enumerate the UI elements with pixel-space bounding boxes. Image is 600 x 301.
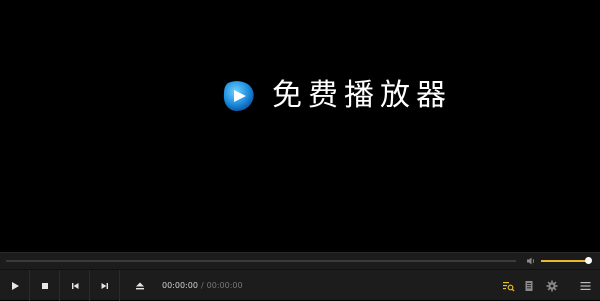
- speaker-icon[interactable]: [526, 256, 536, 266]
- document-button[interactable]: [518, 270, 540, 301]
- controls-row: 00:00:00/00:00:00: [0, 269, 600, 301]
- play-icon: [11, 281, 19, 290]
- play-button[interactable]: [0, 270, 30, 301]
- settings-button[interactable]: [541, 270, 563, 301]
- time-display: 00:00:00/00:00:00: [162, 270, 243, 301]
- app-logo: 免费播放器: [222, 78, 452, 114]
- hamburger-menu-icon: [580, 281, 590, 290]
- document-icon: [525, 280, 533, 291]
- stop-icon: [41, 282, 48, 289]
- volume-knob[interactable]: [585, 257, 592, 264]
- video-area[interactable]: 免费播放器: [0, 0, 600, 252]
- next-button[interactable]: [90, 270, 120, 301]
- next-icon: [101, 282, 108, 289]
- total-time: 00:00:00: [206, 281, 243, 290]
- menu-button[interactable]: [574, 270, 596, 301]
- gear-icon: [546, 280, 558, 291]
- current-time: 00:00:00: [162, 281, 198, 290]
- playlist-search-button[interactable]: [497, 270, 519, 301]
- previous-icon: [71, 282, 78, 289]
- playlist-search-icon: [502, 281, 514, 291]
- time-separator: /: [200, 281, 204, 290]
- app-title: 免费播放器: [272, 78, 452, 113]
- previous-button[interactable]: [60, 270, 90, 301]
- play-logo-icon: [223, 81, 254, 111]
- stop-button[interactable]: [30, 270, 60, 301]
- eject-icon: [136, 282, 144, 289]
- volume-slider[interactable]: [541, 257, 592, 264]
- volume-level-fill: [541, 260, 588, 262]
- eject-button[interactable]: [120, 270, 160, 301]
- seek-bar[interactable]: [6, 260, 516, 262]
- control-bar: 00:00:00/00:00:00: [0, 252, 600, 301]
